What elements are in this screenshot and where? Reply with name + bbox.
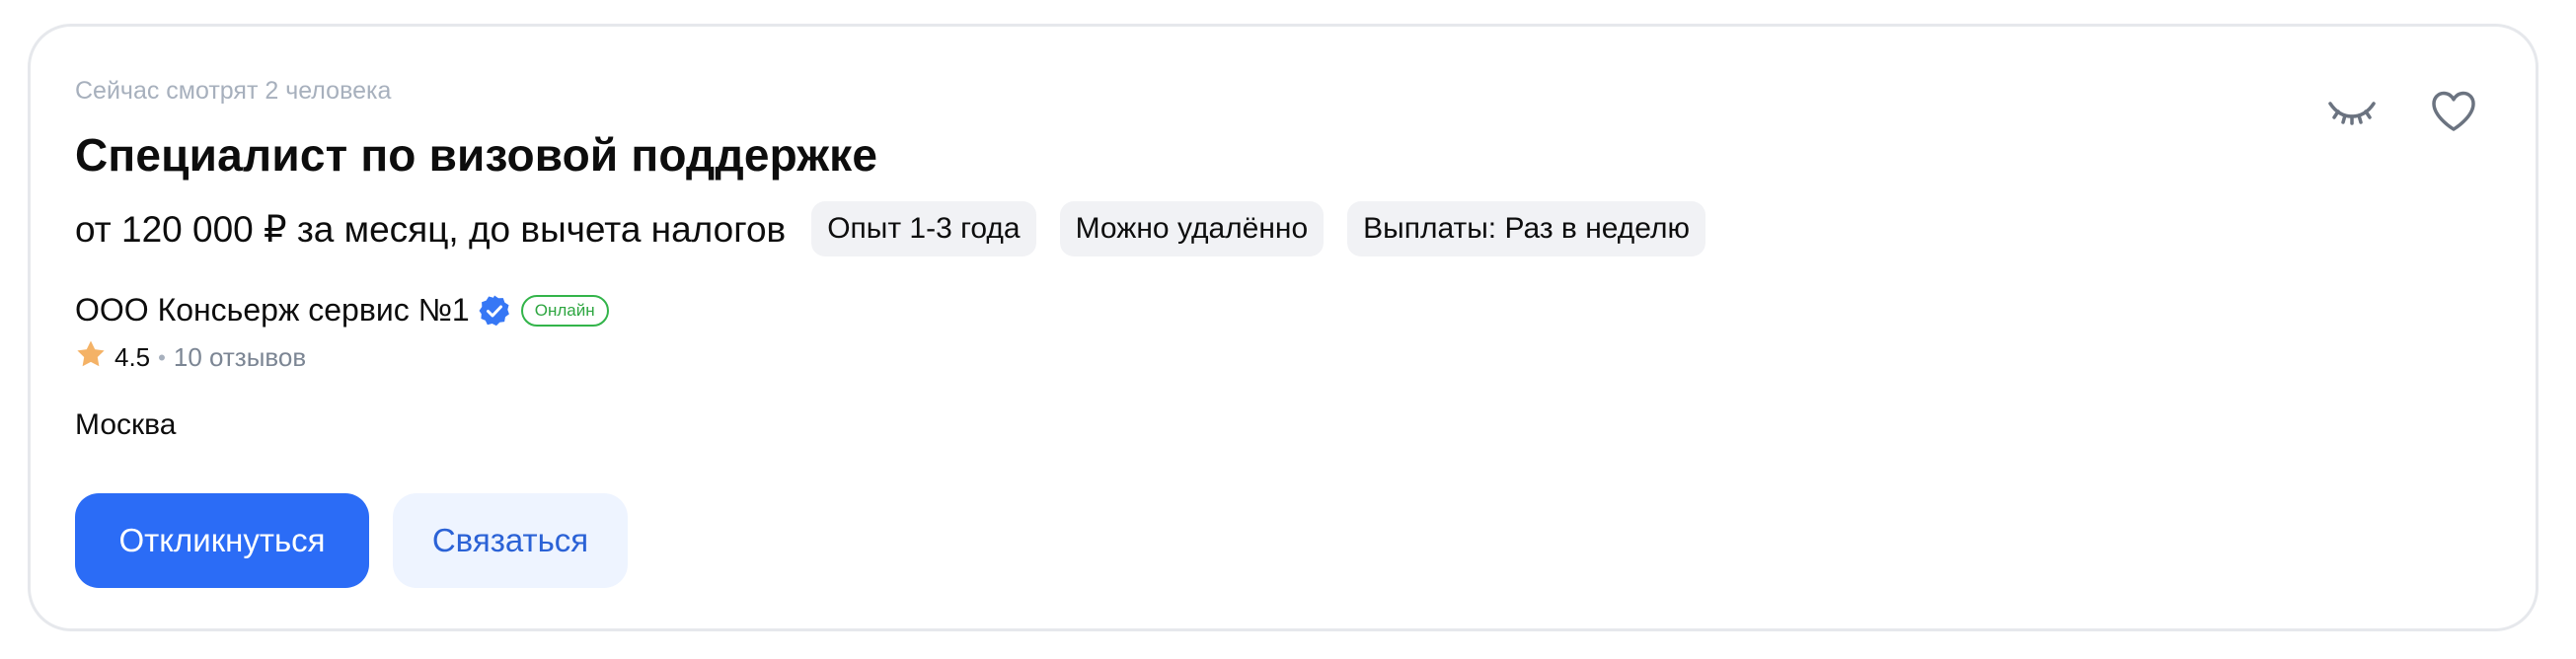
closed-eye-icon (2324, 84, 2380, 144)
heart-icon (2427, 85, 2480, 143)
vacancy-title[interactable]: Специалист по визовой поддержке (75, 128, 877, 182)
respond-button[interactable]: Откликнуться (75, 493, 369, 588)
star-icon (75, 338, 114, 377)
separator-dot: • (158, 344, 166, 370)
city: Москва (75, 408, 177, 441)
hide-vacancy-button[interactable] (2321, 83, 2383, 144)
watchers-text: Сейчас смотрят 2 человека (75, 77, 392, 105)
rating-row[interactable]: 4.5 • 10 отзывов (75, 338, 306, 377)
salary-row: от 120 000 ₽ за месяц, до вычета налогов… (75, 201, 1729, 256)
salary-text: от 120 000 ₽ за месяц, до вычета налогов (75, 208, 787, 250)
contact-button[interactable]: Связаться (393, 493, 628, 588)
online-badge: Онлайн (520, 294, 609, 327)
company-row: ООО Консьерж сервис №1 Онлайн (75, 292, 609, 329)
favorite-button[interactable] (2423, 83, 2484, 144)
remote-chip: Можно удалённо (1059, 201, 1325, 256)
company-name[interactable]: ООО Консьерж сервис №1 (75, 292, 470, 329)
rating-value: 4.5 (114, 342, 151, 372)
reviews-count[interactable]: 10 отзывов (174, 342, 306, 373)
payouts-chip: Выплаты: Раз в неделю (1347, 201, 1705, 256)
verified-check-icon (478, 294, 511, 328)
experience-chip: Опыт 1-3 года (811, 201, 1036, 256)
